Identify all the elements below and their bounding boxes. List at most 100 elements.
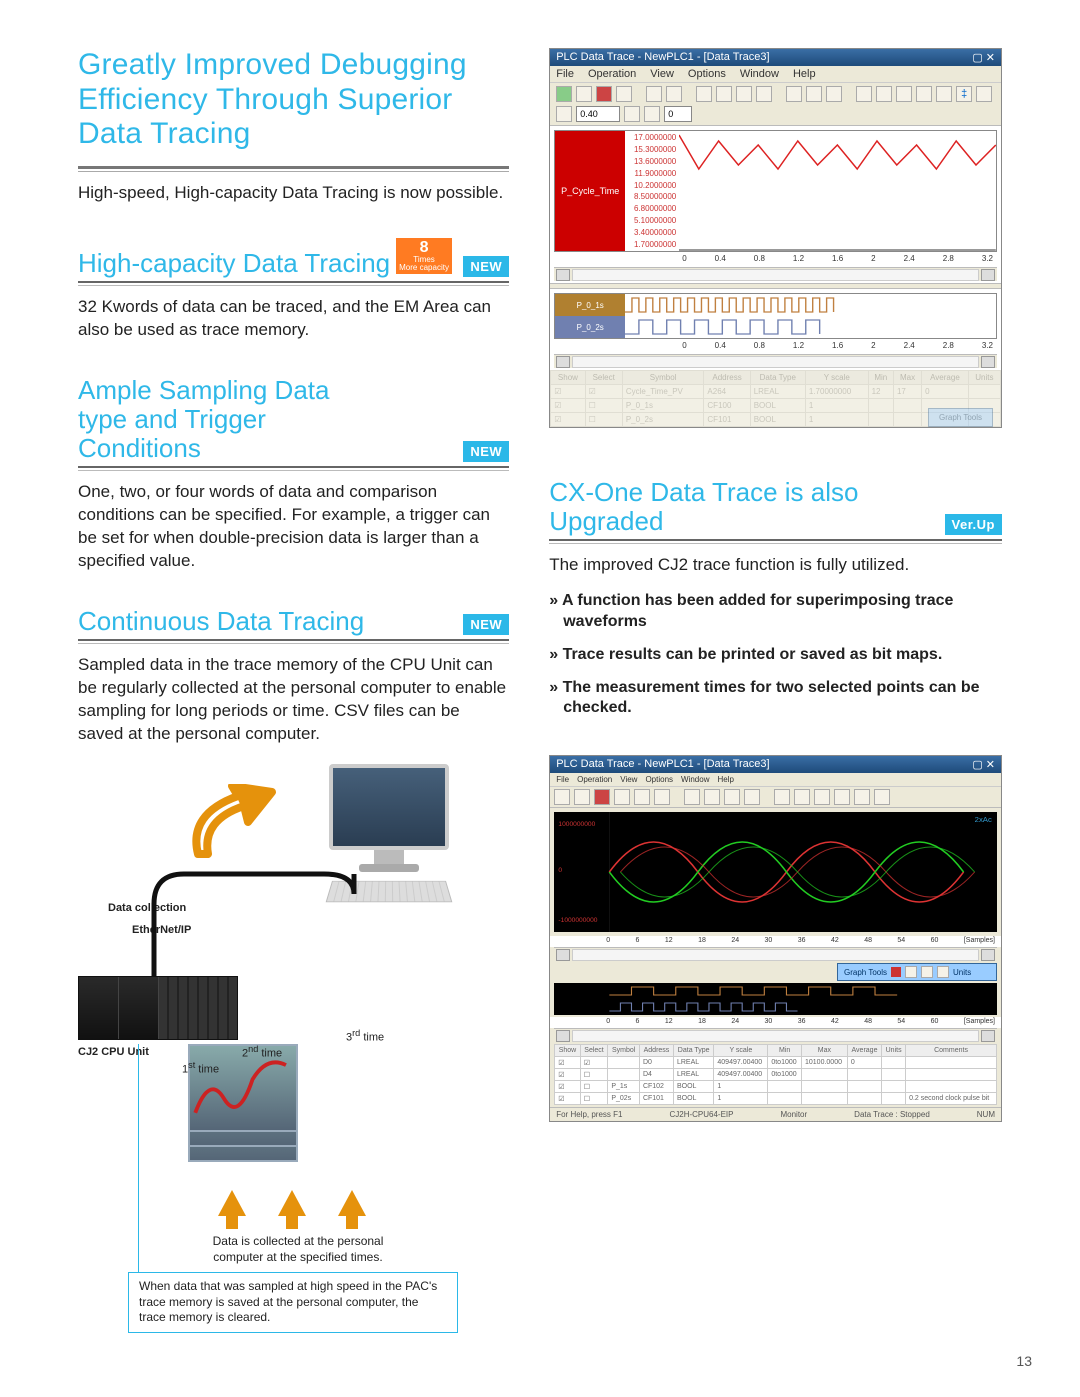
tool-icon[interactable] bbox=[774, 789, 790, 805]
menu-view[interactable]: View bbox=[650, 68, 674, 80]
graph-tools-panel[interactable]: Graph Tools Units bbox=[837, 963, 997, 981]
tool-icon[interactable] bbox=[556, 106, 572, 122]
scroll-right-icon[interactable] bbox=[981, 356, 995, 368]
tool-icon[interactable] bbox=[937, 966, 949, 978]
tool-icon[interactable] bbox=[666, 86, 682, 102]
h-scrollbar[interactable] bbox=[554, 947, 997, 961]
h-scrollbar[interactable] bbox=[554, 267, 997, 281]
tool-icon[interactable] bbox=[684, 789, 700, 805]
tool-icon[interactable] bbox=[876, 86, 892, 102]
graph-tools-panel[interactable]: Graph Tools bbox=[928, 408, 993, 427]
scroll-left-icon[interactable] bbox=[556, 1030, 570, 1042]
menu-operation[interactable]: Operation bbox=[577, 775, 612, 784]
callout-connector bbox=[138, 1044, 139, 1274]
tool-icon[interactable] bbox=[646, 86, 662, 102]
analog-plot[interactable] bbox=[679, 131, 996, 251]
new-badge: NEW bbox=[463, 441, 509, 462]
new-badge: NEW bbox=[463, 256, 509, 277]
tool-icon[interactable] bbox=[736, 86, 752, 102]
superimposed-plot[interactable]: 1000000000 0 -1000000000 2xAc bbox=[554, 812, 997, 932]
spin-input[interactable] bbox=[664, 106, 692, 122]
series-label: P_Cycle_Time bbox=[555, 131, 625, 251]
dropdown-icon[interactable] bbox=[624, 106, 640, 122]
status-bar: For Help, press F1 CJ2H-CPU64-EIP Monito… bbox=[550, 1107, 1001, 1121]
cable-icon bbox=[144, 864, 364, 994]
menu-options[interactable]: Options bbox=[688, 68, 726, 80]
tool-icon[interactable] bbox=[634, 789, 650, 805]
tool-icon[interactable] bbox=[905, 966, 917, 978]
feature-item: » A function has been added for superimp… bbox=[549, 591, 1002, 633]
capacity-bot: More capacity bbox=[399, 263, 449, 272]
tool-icon[interactable] bbox=[854, 789, 870, 805]
scroll-right-icon[interactable] bbox=[981, 269, 995, 281]
menu-file[interactable]: File bbox=[556, 775, 569, 784]
svg-text:2xAc: 2xAc bbox=[975, 815, 993, 824]
menubar[interactable]: File Operation View Options Window Help bbox=[550, 66, 1001, 83]
menu-operation[interactable]: Operation bbox=[588, 68, 636, 80]
digital-plot[interactable] bbox=[625, 294, 996, 338]
tool-icon[interactable] bbox=[696, 86, 712, 102]
tool-icon[interactable] bbox=[614, 789, 630, 805]
tool-icon[interactable] bbox=[826, 86, 842, 102]
tool-icon[interactable] bbox=[616, 86, 632, 102]
tool-icon[interactable] bbox=[654, 789, 670, 805]
record-icon[interactable] bbox=[594, 789, 610, 805]
tool-icon[interactable] bbox=[576, 86, 592, 102]
tool-icon[interactable] bbox=[724, 789, 740, 805]
tool-icon[interactable] bbox=[716, 86, 732, 102]
new-badge: NEW bbox=[463, 614, 509, 635]
label-3rd: 3rd time bbox=[346, 1028, 384, 1044]
menu-help[interactable]: Help bbox=[717, 775, 733, 784]
tool-icon[interactable] bbox=[834, 789, 850, 805]
menu-file[interactable]: File bbox=[556, 68, 574, 80]
tool-icon[interactable] bbox=[794, 789, 810, 805]
toolbar[interactable] bbox=[550, 787, 1001, 808]
tool-icon[interactable] bbox=[704, 789, 720, 805]
scroll-right-icon[interactable] bbox=[981, 949, 995, 961]
zoom-in-icon[interactable] bbox=[786, 86, 802, 102]
tool-icon[interactable] bbox=[644, 106, 660, 122]
tool-icon[interactable] bbox=[976, 86, 992, 102]
menu-window[interactable]: Window bbox=[740, 68, 779, 80]
trace-table[interactable]: ShowSelect SymbolAddress Data TypeY scal… bbox=[554, 1044, 997, 1105]
window-controls[interactable]: ▢ ✕ bbox=[972, 51, 995, 64]
h-scrollbar[interactable] bbox=[554, 354, 997, 368]
tool-icon[interactable] bbox=[921, 966, 933, 978]
tool-icon[interactable] bbox=[556, 86, 572, 102]
scroll-right-icon[interactable] bbox=[981, 1030, 995, 1042]
scroll-left-icon[interactable] bbox=[556, 356, 570, 368]
table-row[interactable]: ☑☐P_02sCF101BOOL10.2 second clock pulse … bbox=[555, 1093, 997, 1105]
toolbar[interactable]: ‡ bbox=[550, 83, 1001, 126]
window-controls[interactable]: ▢ ✕ bbox=[972, 758, 995, 771]
tool-icon[interactable]: ‡ bbox=[956, 86, 972, 102]
menu-window[interactable]: Window bbox=[681, 775, 709, 784]
tool-icon[interactable] bbox=[936, 86, 952, 102]
table-row[interactable]: ☑☑D0LREAL409497.004000to100010100.00000 bbox=[555, 1057, 997, 1069]
record-icon[interactable] bbox=[596, 86, 612, 102]
color-swatch[interactable] bbox=[891, 967, 901, 977]
tool-icon[interactable] bbox=[574, 789, 590, 805]
h-scrollbar[interactable] bbox=[554, 1028, 997, 1042]
tool-icon[interactable] bbox=[856, 86, 872, 102]
menubar[interactable]: File Operation View Options Window Help bbox=[550, 773, 1001, 787]
tool-icon[interactable] bbox=[814, 789, 830, 805]
tool-icon[interactable] bbox=[756, 86, 772, 102]
zoom-out-icon[interactable] bbox=[806, 86, 822, 102]
tool-icon[interactable] bbox=[896, 86, 912, 102]
table-row[interactable]: ☑☐P_1sCF102BOOL1 bbox=[555, 1081, 997, 1093]
table-row[interactable]: ☑☐D4LREAL409497.004000to1000 bbox=[555, 1069, 997, 1081]
tool-icon[interactable] bbox=[874, 789, 890, 805]
menu-help[interactable]: Help bbox=[793, 68, 816, 80]
tool-icon[interactable] bbox=[744, 789, 760, 805]
tool-icon[interactable] bbox=[554, 789, 570, 805]
scroll-left-icon[interactable] bbox=[556, 949, 570, 961]
zoom-input[interactable] bbox=[576, 106, 620, 122]
tool-icon[interactable] bbox=[916, 86, 932, 102]
table-row[interactable]: ☑☑Cycle_Time_PVA264LREAL1.7000000012170 bbox=[551, 385, 1001, 399]
digital-plot[interactable] bbox=[554, 983, 997, 1015]
menu-options[interactable]: Options bbox=[645, 775, 673, 784]
titlebar[interactable]: PLC Data Trace - NewPLC1 - [Data Trace3]… bbox=[550, 756, 1001, 773]
scroll-left-icon[interactable] bbox=[556, 269, 570, 281]
menu-view[interactable]: View bbox=[620, 775, 637, 784]
titlebar[interactable]: PLC Data Trace - NewPLC1 - [Data Trace3]… bbox=[550, 49, 1001, 66]
